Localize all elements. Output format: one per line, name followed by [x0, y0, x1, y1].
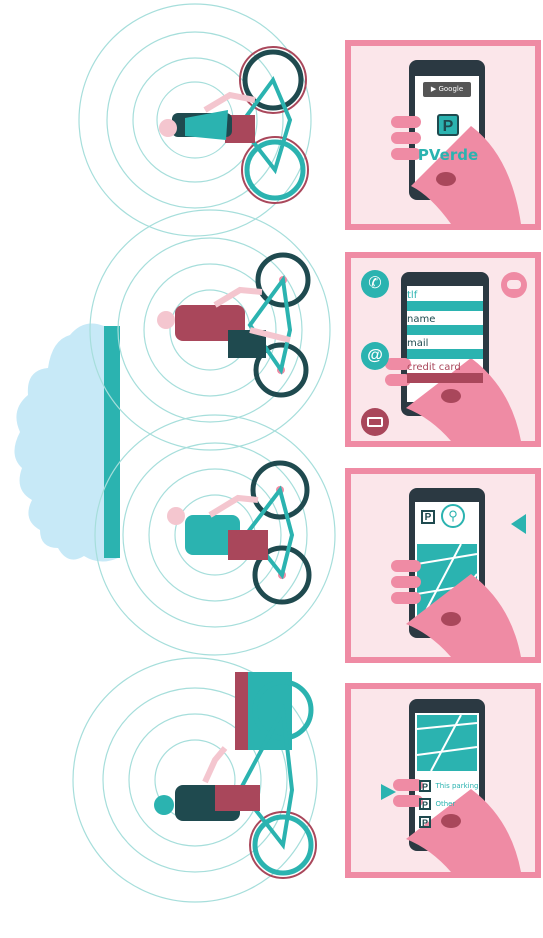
map-icon[interactable] [417, 715, 477, 771]
field-label: name [407, 314, 436, 325]
cloud-icon [14, 323, 120, 562]
field-tlf[interactable]: tlf [407, 290, 483, 314]
field-label: mail [407, 338, 429, 349]
parking-p-icon: P [419, 797, 431, 810]
parking-p-icon: P [419, 779, 431, 792]
play-icon: ▶ [430, 85, 437, 93]
option-this-parking[interactable]: P This parking [419, 777, 479, 793]
parking-p-icon: P [437, 114, 459, 136]
panel-download-app: ▶ Google play P PVerde [345, 40, 541, 230]
cyclist-icon [157, 252, 311, 398]
bicycle-icon[interactable]: ⚲ [441, 504, 465, 528]
map-icon[interactable] [417, 544, 477, 620]
option-label: This parking [435, 781, 479, 790]
credit-card-icon[interactable] [361, 408, 389, 436]
app-name: PVerde [417, 146, 479, 164]
arrow-left-icon [511, 514, 526, 534]
parking-p-icon: P [419, 815, 431, 828]
at-sign-icon[interactable]: @ [361, 342, 389, 370]
option-label: Other [435, 799, 456, 808]
field-mail[interactable]: mail [407, 338, 483, 362]
signup-form: tlf name mail credit card [407, 286, 483, 402]
option-other[interactable]: P Other [419, 795, 479, 811]
option-extra[interactable]: P [419, 813, 479, 829]
speech-bubble-icon [501, 272, 527, 298]
parking-p-icon: P [421, 510, 435, 524]
phone-call-icon[interactable]: ✆ [361, 270, 389, 298]
field-label: credit card [407, 362, 461, 373]
panel-register: ✆ @ tlf name mail credit card [345, 252, 541, 447]
field-name[interactable]: name [407, 314, 483, 338]
panel-select-parking: P This parking P Other P [345, 683, 541, 878]
panel-find-parking: P ⚲ [345, 468, 541, 663]
cyclist-icon [167, 460, 312, 605]
cyclist-icon [159, 46, 309, 204]
field-label: tlf [407, 290, 418, 301]
field-credit-card[interactable]: credit card [407, 362, 483, 386]
google-play-badge[interactable]: ▶ Google play [423, 82, 471, 108]
